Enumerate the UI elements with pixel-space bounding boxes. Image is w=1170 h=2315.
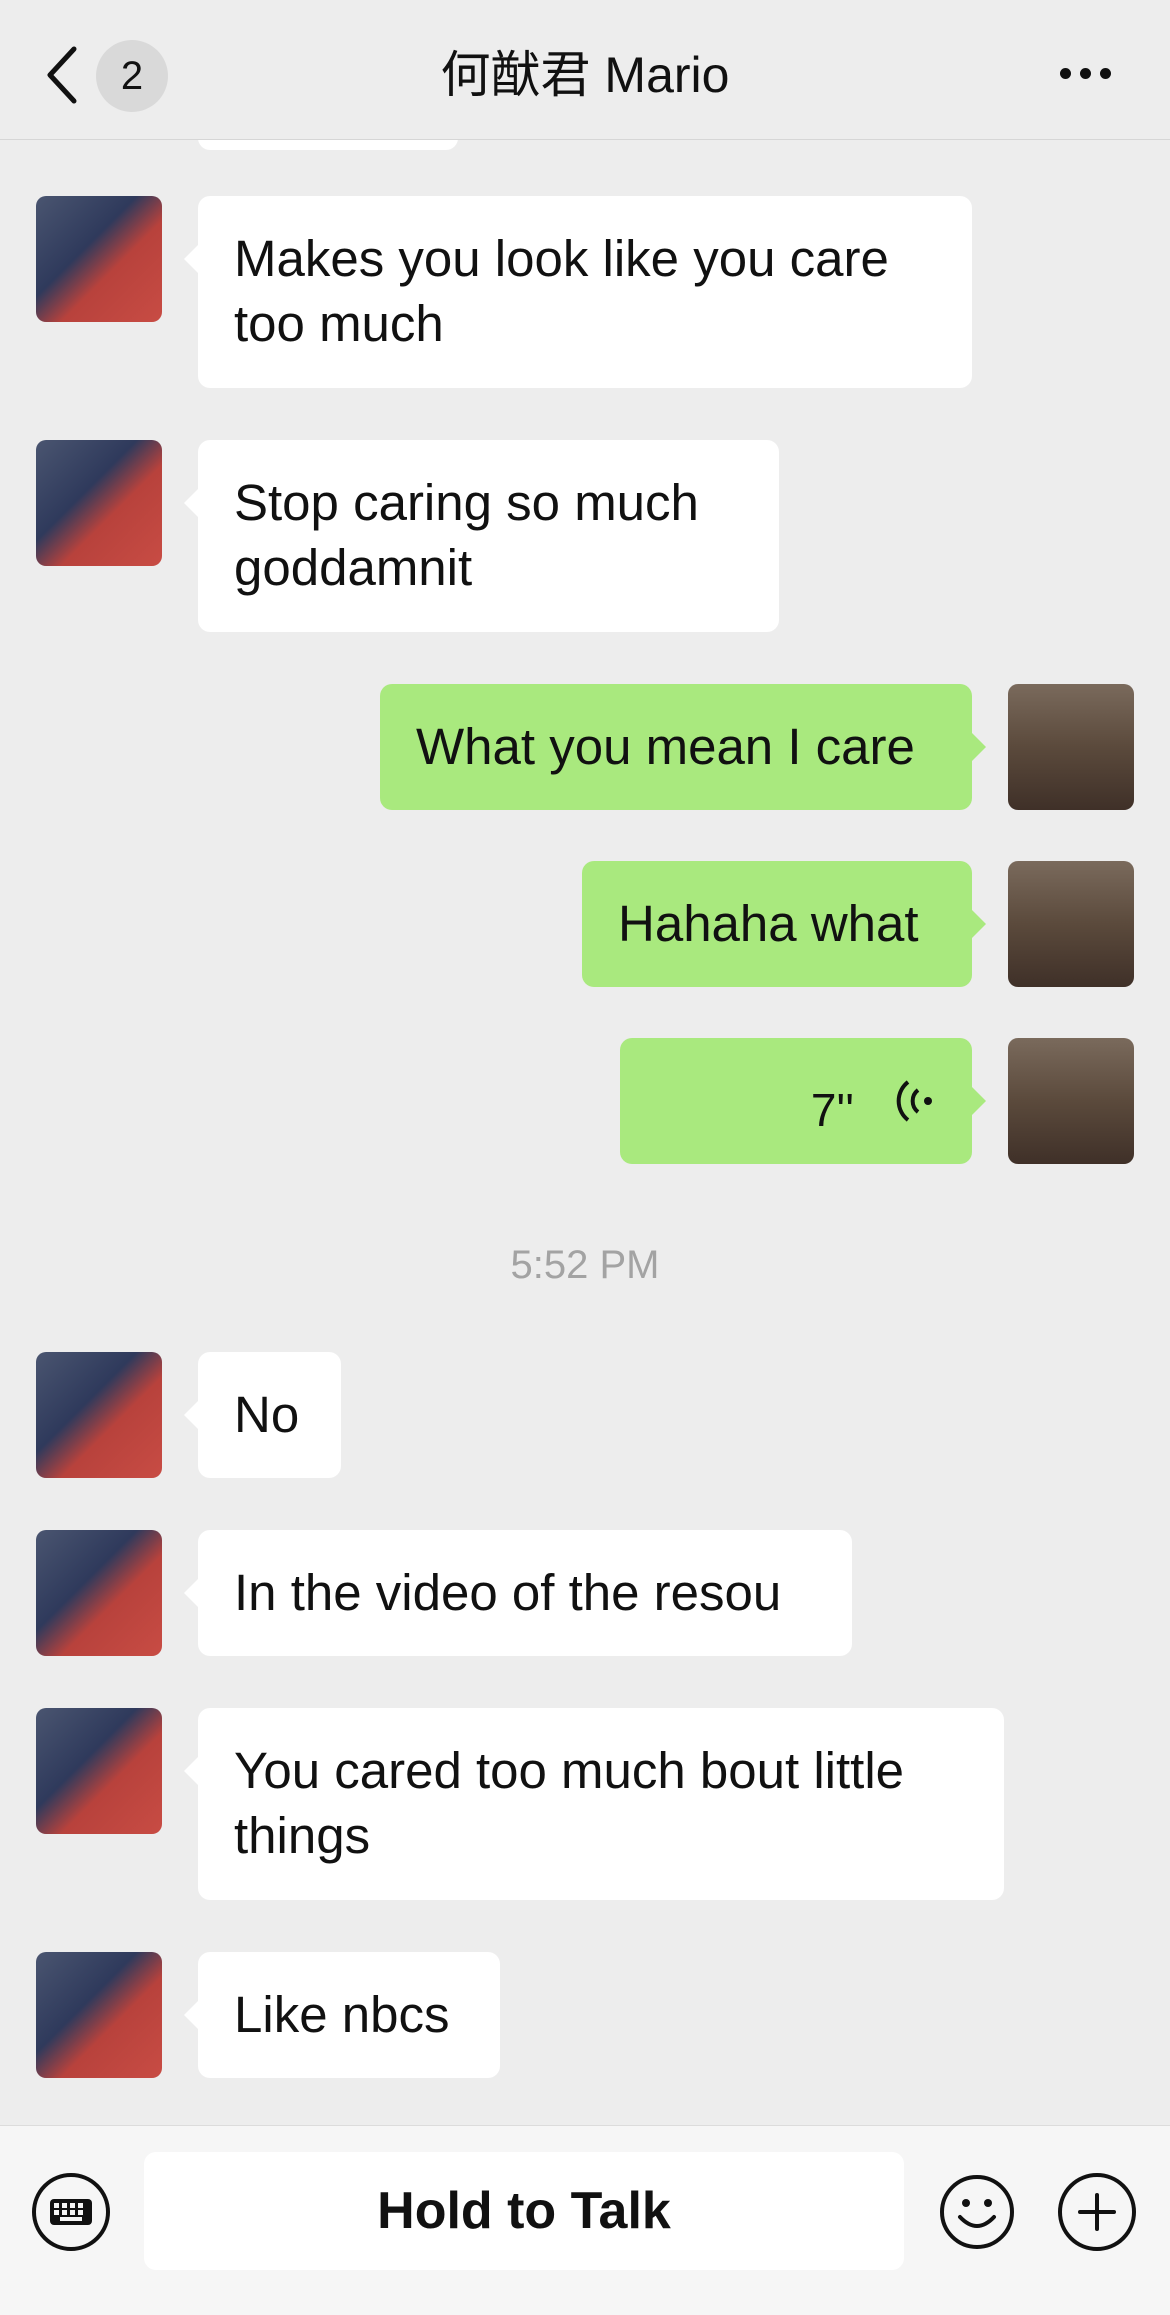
ellipsis-icon[interactable] <box>1060 66 1120 80</box>
contact-avatar[interactable] <box>36 1530 162 1656</box>
message-bubble[interactable]: In the video of the resou <box>184 1530 852 1656</box>
message-bubble-partial[interactable] <box>198 140 458 150</box>
user-avatar[interactable] <box>1008 684 1134 810</box>
message-list[interactable]: Makes you look like you care too much St… <box>0 140 1170 2125</box>
hold-to-talk-button[interactable]: Hold to Talk <box>144 2152 904 2270</box>
message-bubble-outgoing[interactable]: What you mean I care <box>380 684 986 810</box>
emoji-icon[interactable] <box>938 2173 1016 2251</box>
voice-wave-icon <box>896 1080 932 1122</box>
keyboard-icon[interactable] <box>32 2173 110 2251</box>
voice-message-bubble[interactable]: 7'' <box>620 1038 986 1164</box>
input-bar: Hold to Talk <box>0 2125 1170 2315</box>
message-bubble[interactable]: No <box>184 1352 341 1478</box>
message-bubble-outgoing[interactable]: Hahaha what <box>582 861 986 987</box>
chat-header: 2 何猷君 Mario <box>0 0 1170 140</box>
message-bubble[interactable]: Like nbcs <box>184 1952 500 2078</box>
chat-title: 何猷君 Mario <box>440 47 730 103</box>
user-avatar[interactable] <box>1008 1038 1134 1164</box>
message-timestamp: 5:52 PM <box>510 1243 660 1287</box>
contact-avatar[interactable] <box>36 1952 162 2078</box>
message-bubble[interactable]: Makes you look like you care too much <box>184 196 972 388</box>
contact-avatar[interactable] <box>36 440 162 566</box>
contact-avatar[interactable] <box>36 196 162 322</box>
plus-icon[interactable] <box>1058 2173 1136 2251</box>
message-bubble[interactable]: You cared too much bout little things <box>184 1708 1004 1900</box>
voice-duration: 7'' <box>810 1084 854 1136</box>
message-bubble[interactable]: Stop caring so much goddamnit <box>184 440 779 632</box>
user-avatar[interactable] <box>1008 861 1134 987</box>
contact-avatar[interactable] <box>36 1708 162 1834</box>
contact-avatar[interactable] <box>36 1352 162 1478</box>
